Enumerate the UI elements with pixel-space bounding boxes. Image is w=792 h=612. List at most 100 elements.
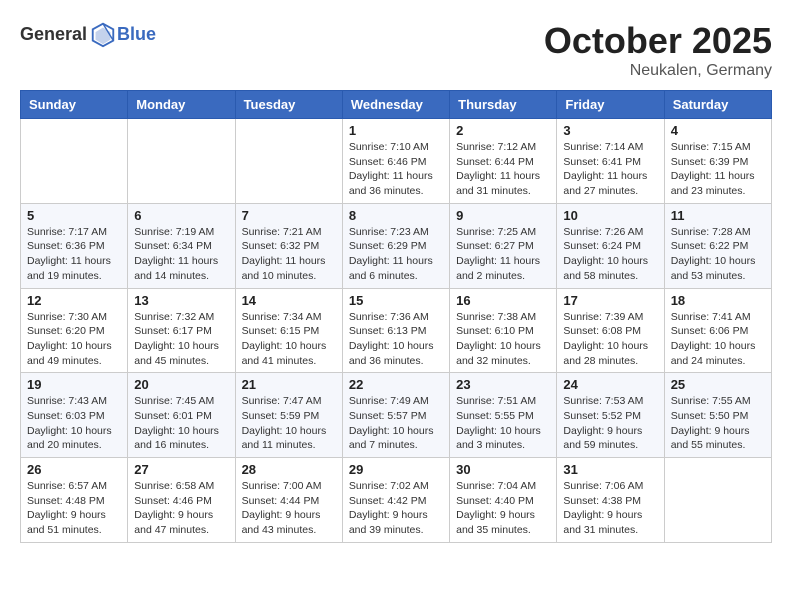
day-info: Sunrise: 7:15 AM Sunset: 6:39 PM Dayligh… — [671, 140, 765, 199]
calendar-cell: 11Sunrise: 7:28 AM Sunset: 6:22 PM Dayli… — [664, 203, 771, 288]
day-number: 22 — [349, 377, 443, 392]
calendar-week-row: 12 Sunrise: 7:30 AM Sunset: 6:20 PM Dayli… — [21, 288, 772, 373]
calendar-cell: 6 Sunrise: 7:19 AM Sunset: 6:34 PM Daylig… — [128, 203, 235, 288]
day-info: Sunrise: 7:34 AM Sunset: 6:15 PM Dayligh… — [242, 310, 336, 369]
day-number: 3 — [563, 123, 657, 138]
calendar-cell: 17 Sunrise: 7:39 AM Sunset: 6:08 PM Dayli… — [557, 288, 664, 373]
day-info: Sunrise: 7:19 AM Sunset: 6:34 PM Dayligh… — [134, 225, 228, 284]
day-info: Sunrise: 7:45 AM Sunset: 6:01 PM Dayligh… — [134, 394, 228, 453]
day-number: 10 — [563, 208, 657, 223]
logo-icon — [89, 20, 117, 48]
calendar-cell — [235, 119, 342, 204]
day-info: Sunrise: 7:04 AM Sunset: 4:40 PM Dayligh… — [456, 479, 550, 538]
calendar-cell: 4 Sunrise: 7:15 AM Sunset: 6:39 PM Daylig… — [664, 119, 771, 204]
day-number: 17 — [563, 293, 657, 308]
day-info: Sunrise: 6:58 AM Sunset: 4:46 PM Dayligh… — [134, 479, 228, 538]
day-info: Sunrise: 7:21 AM Sunset: 6:32 PM Dayligh… — [242, 225, 336, 284]
calendar-cell: 13 Sunrise: 7:32 AM Sunset: 6:17 PM Dayli… — [128, 288, 235, 373]
calendar-cell: 22 Sunrise: 7:49 AM Sunset: 5:57 PM Dayli… — [342, 373, 449, 458]
day-info: Sunrise: 7:25 AM Sunset: 6:27 PM Dayligh… — [456, 225, 550, 284]
calendar-cell: 27 Sunrise: 6:58 AM Sunset: 4:46 PM Dayli… — [128, 458, 235, 543]
month-title: October 2025 — [544, 20, 772, 62]
calendar-cell: 31 Sunrise: 7:06 AM Sunset: 4:38 PM Dayli… — [557, 458, 664, 543]
calendar-cell — [128, 119, 235, 204]
day-info: Sunrise: 7:26 AM Sunset: 6:24 PM Dayligh… — [563, 225, 657, 284]
day-info: Sunrise: 7:55 AM Sunset: 5:50 PM Dayligh… — [671, 394, 765, 453]
day-number: 7 — [242, 208, 336, 223]
day-number: 18 — [671, 293, 765, 308]
day-number: 9 — [456, 208, 550, 223]
day-info: Sunrise: 7:02 AM Sunset: 4:42 PM Dayligh… — [349, 479, 443, 538]
day-number: 8 — [349, 208, 443, 223]
day-info: Sunrise: 7:06 AM Sunset: 4:38 PM Dayligh… — [563, 479, 657, 538]
day-number: 31 — [563, 462, 657, 477]
calendar-cell: 26Sunrise: 6:57 AM Sunset: 4:48 PM Dayli… — [21, 458, 128, 543]
day-info: Sunrise: 7:49 AM Sunset: 5:57 PM Dayligh… — [349, 394, 443, 453]
weekday-header-tuesday: Tuesday — [235, 91, 342, 119]
day-info: Sunrise: 7:41 AM Sunset: 6:06 PM Dayligh… — [671, 310, 765, 369]
calendar-cell: 8 Sunrise: 7:23 AM Sunset: 6:29 PM Daylig… — [342, 203, 449, 288]
calendar-cell: 30 Sunrise: 7:04 AM Sunset: 4:40 PM Dayli… — [450, 458, 557, 543]
day-info: Sunrise: 7:30 AM Sunset: 6:20 PM Dayligh… — [27, 310, 121, 369]
logo: General Blue — [20, 20, 156, 48]
day-info: Sunrise: 7:36 AM Sunset: 6:13 PM Dayligh… — [349, 310, 443, 369]
weekday-header-monday: Monday — [128, 91, 235, 119]
calendar-cell: 29 Sunrise: 7:02 AM Sunset: 4:42 PM Dayli… — [342, 458, 449, 543]
weekday-header-saturday: Saturday — [664, 91, 771, 119]
day-info: Sunrise: 7:28 AM Sunset: 6:22 PM Dayligh… — [671, 225, 765, 284]
day-number: 13 — [134, 293, 228, 308]
day-number: 4 — [671, 123, 765, 138]
day-number: 20 — [134, 377, 228, 392]
calendar-cell: 14 Sunrise: 7:34 AM Sunset: 6:15 PM Dayli… — [235, 288, 342, 373]
day-number: 23 — [456, 377, 550, 392]
day-info: Sunrise: 7:38 AM Sunset: 6:10 PM Dayligh… — [456, 310, 550, 369]
calendar-cell: 3 Sunrise: 7:14 AM Sunset: 6:41 PM Daylig… — [557, 119, 664, 204]
day-info: Sunrise: 7:43 AM Sunset: 6:03 PM Dayligh… — [27, 394, 121, 453]
day-number: 26 — [27, 462, 121, 477]
day-info: Sunrise: 7:12 AM Sunset: 6:44 PM Dayligh… — [456, 140, 550, 199]
day-info: Sunrise: 7:14 AM Sunset: 6:41 PM Dayligh… — [563, 140, 657, 199]
day-number: 14 — [242, 293, 336, 308]
day-number: 28 — [242, 462, 336, 477]
calendar-cell: 21 Sunrise: 7:47 AM Sunset: 5:59 PM Dayli… — [235, 373, 342, 458]
location-subtitle: Neukalen, Germany — [544, 62, 772, 80]
day-number: 29 — [349, 462, 443, 477]
calendar-table: SundayMondayTuesdayWednesdayThursdayFrid… — [20, 90, 772, 543]
calendar-cell: 28Sunrise: 7:00 AM Sunset: 4:44 PM Dayli… — [235, 458, 342, 543]
calendar-cell: 19 Sunrise: 7:43 AM Sunset: 6:03 PM Dayli… — [21, 373, 128, 458]
day-info: Sunrise: 7:23 AM Sunset: 6:29 PM Dayligh… — [349, 225, 443, 284]
logo-text-blue: Blue — [117, 24, 156, 45]
calendar-cell: 23Sunrise: 7:51 AM Sunset: 5:55 PM Dayli… — [450, 373, 557, 458]
calendar-cell: 12 Sunrise: 7:30 AM Sunset: 6:20 PM Dayli… — [21, 288, 128, 373]
calendar-cell: 7 Sunrise: 7:21 AM Sunset: 6:32 PM Daylig… — [235, 203, 342, 288]
calendar-cell: 10 Sunrise: 7:26 AM Sunset: 6:24 PM Dayli… — [557, 203, 664, 288]
day-info: Sunrise: 7:32 AM Sunset: 6:17 PM Dayligh… — [134, 310, 228, 369]
calendar-cell: 25 Sunrise: 7:55 AM Sunset: 5:50 PM Dayli… — [664, 373, 771, 458]
calendar-cell: 15 Sunrise: 7:36 AM Sunset: 6:13 PM Dayli… — [342, 288, 449, 373]
day-number: 19 — [27, 377, 121, 392]
calendar-cell: 24Sunrise: 7:53 AM Sunset: 5:52 PM Dayli… — [557, 373, 664, 458]
calendar-week-row: 19 Sunrise: 7:43 AM Sunset: 6:03 PM Dayli… — [21, 373, 772, 458]
day-number: 6 — [134, 208, 228, 223]
day-number: 27 — [134, 462, 228, 477]
calendar-cell: 2Sunrise: 7:12 AM Sunset: 6:44 PM Daylig… — [450, 119, 557, 204]
day-info: Sunrise: 7:39 AM Sunset: 6:08 PM Dayligh… — [563, 310, 657, 369]
weekday-header-wednesday: Wednesday — [342, 91, 449, 119]
title-block: October 2025 Neukalen, Germany — [544, 20, 772, 80]
calendar-cell: 18 Sunrise: 7:41 AM Sunset: 6:06 PM Dayli… — [664, 288, 771, 373]
calendar-cell — [664, 458, 771, 543]
calendar-cell: 9 Sunrise: 7:25 AM Sunset: 6:27 PM Daylig… — [450, 203, 557, 288]
calendar-cell: 5 Sunrise: 7:17 AM Sunset: 6:36 PM Daylig… — [21, 203, 128, 288]
day-number: 15 — [349, 293, 443, 308]
calendar-cell: 20 Sunrise: 7:45 AM Sunset: 6:01 PM Dayli… — [128, 373, 235, 458]
day-info: Sunrise: 7:47 AM Sunset: 5:59 PM Dayligh… — [242, 394, 336, 453]
day-number: 30 — [456, 462, 550, 477]
day-number: 25 — [671, 377, 765, 392]
day-info: Sunrise: 7:10 AM Sunset: 6:46 PM Dayligh… — [349, 140, 443, 199]
day-number: 21 — [242, 377, 336, 392]
day-info: Sunrise: 7:17 AM Sunset: 6:36 PM Dayligh… — [27, 225, 121, 284]
calendar-week-row: 26Sunrise: 6:57 AM Sunset: 4:48 PM Dayli… — [21, 458, 772, 543]
day-number: 12 — [27, 293, 121, 308]
calendar-cell: 16Sunrise: 7:38 AM Sunset: 6:10 PM Dayli… — [450, 288, 557, 373]
day-number: 5 — [27, 208, 121, 223]
